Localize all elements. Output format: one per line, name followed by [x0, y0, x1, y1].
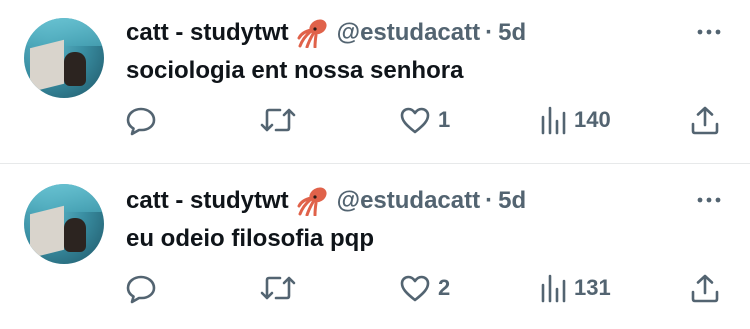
view-count: 140 — [574, 107, 611, 132]
share-button[interactable] — [688, 102, 722, 138]
retweet-icon — [260, 276, 296, 300]
avatar-background — [24, 184, 104, 212]
more-options-icon[interactable] — [694, 190, 724, 210]
tweet-actions: 2 131 — [0, 270, 750, 306]
like-button[interactable]: 2 — [398, 270, 450, 306]
retweet-icon — [260, 108, 296, 132]
avatar-wall — [30, 205, 64, 259]
author-handle[interactable]: @estudacatt — [337, 187, 480, 215]
author-handle[interactable]: @estudacatt — [337, 19, 480, 47]
author-name[interactable]: catt - studytwt — [126, 187, 289, 215]
views-icon — [541, 106, 566, 135]
reply-icon — [126, 107, 156, 136]
separator-dot: · — [485, 19, 494, 46]
like-count: 2 — [438, 275, 451, 300]
view-count: 131 — [574, 275, 611, 300]
like-count: 1 — [438, 107, 451, 132]
views-button[interactable]: 131 — [538, 270, 611, 306]
views-button[interactable]: 140 — [538, 102, 611, 138]
retweet-button[interactable] — [258, 270, 298, 306]
views-icon — [541, 274, 566, 303]
share-icon — [691, 106, 719, 135]
reply-button[interactable] — [124, 102, 158, 138]
timestamp[interactable]: 5d — [498, 187, 526, 215]
tweet-header: catt - studytwt @estudacatt · 5d — [126, 16, 526, 50]
avatar-figure — [64, 218, 86, 252]
heart-icon — [400, 107, 430, 134]
avatar-wall — [30, 39, 64, 93]
reply-button[interactable] — [124, 270, 158, 306]
squid-emoji-icon — [297, 187, 327, 216]
tweet-actions: 1 140 — [0, 102, 750, 138]
tweet-text: sociologia ent nossa senhora — [126, 57, 464, 84]
squid-emoji-icon — [297, 19, 327, 48]
author-name[interactable]: catt - studytwt — [126, 19, 289, 47]
avatar-background — [24, 18, 104, 46]
avatar[interactable] — [24, 184, 104, 264]
reply-icon — [126, 275, 156, 304]
avatar[interactable] — [24, 18, 104, 98]
heart-icon — [400, 275, 430, 302]
tweet-header: catt - studytwt @estudacatt · 5d — [126, 184, 526, 218]
tweet-text: eu odeio filosofia pqp — [126, 225, 374, 252]
share-button[interactable] — [688, 270, 722, 306]
retweet-button[interactable] — [258, 102, 298, 138]
timestamp[interactable]: 5d — [498, 19, 526, 47]
tweet[interactable]: catt - studytwt @estudacatt · 5d sociolo… — [0, 0, 750, 163]
like-button[interactable]: 1 — [398, 102, 450, 138]
tweet[interactable]: catt - studytwt @estudacatt · 5d eu odei… — [0, 164, 750, 329]
separator-dot: · — [485, 187, 494, 214]
avatar-figure — [64, 52, 86, 86]
more-options-icon[interactable] — [694, 22, 724, 42]
share-icon — [691, 274, 719, 303]
